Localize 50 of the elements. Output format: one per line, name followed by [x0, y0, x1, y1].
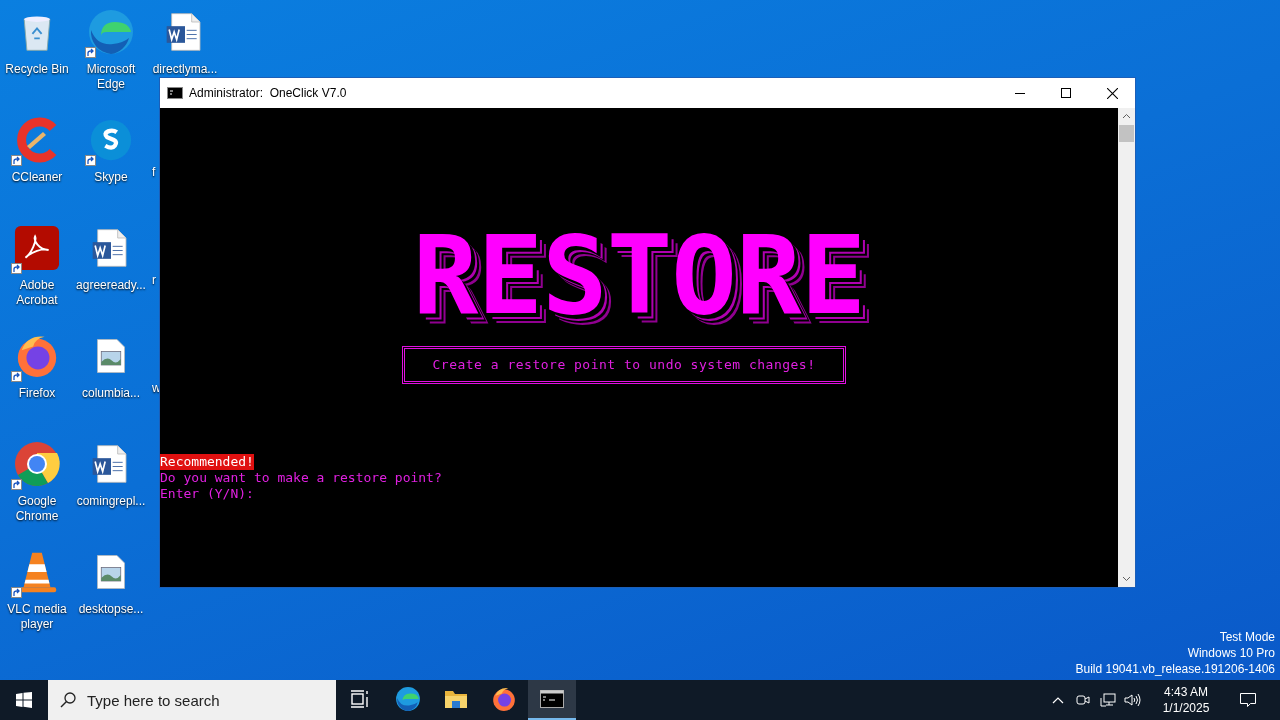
system-info-text: Build 19041.vb_release.191206-1406 [1075, 661, 1275, 677]
task-view-icon [350, 690, 370, 708]
edge-icon [87, 8, 135, 56]
desktop-icon[interactable]: directlyma... [148, 5, 222, 77]
edge-icon [395, 686, 421, 712]
skype-icon [88, 117, 134, 163]
volume-icon[interactable] [1124, 693, 1141, 707]
camera-icon[interactable] [1076, 693, 1090, 707]
console-line: Do you want to make a restore point? [160, 469, 442, 486]
subtitle-box: Create a restore point to undo system changes! [402, 346, 846, 384]
desktop-icon[interactable]: Recycle Bin [0, 5, 74, 77]
scrollbar-thumb[interactable] [1119, 125, 1134, 142]
desktop-icon[interactable]: desktopse... [74, 545, 148, 617]
maximize-icon [1061, 88, 1071, 98]
clock-date: 1/1/2025 [1162, 700, 1210, 716]
firefox-icon [491, 686, 517, 712]
desktop-icon[interactable]: VLC media player [0, 545, 74, 632]
windows-icon [16, 692, 32, 708]
window-title: Administrator: OneClick V7.0 [189, 85, 347, 102]
close-icon [1106, 87, 1118, 99]
console-line: Enter (Y/N): [160, 485, 254, 502]
system-info-text: Test Mode [1219, 629, 1275, 645]
console-icon [540, 690, 564, 708]
icon-label: f [152, 165, 156, 180]
desktop-icon[interactable]: Microsoft Edge [74, 5, 148, 92]
clock[interactable]: 4:43 AM 1/1/2025 [1155, 684, 1217, 716]
desktop-icon[interactable]: Firefox [0, 329, 74, 401]
network-icon[interactable] [1100, 693, 1116, 707]
desktop-icon[interactable]: Google Chrome [0, 437, 74, 524]
notification-icon[interactable] [1240, 692, 1256, 708]
search-field[interactable]: Type here to search [48, 680, 336, 720]
minimize-icon [1015, 92, 1025, 94]
acrobat-icon [14, 225, 60, 271]
console-icon [167, 87, 183, 99]
clock-time: 4:43 AM [1164, 684, 1208, 700]
alert-label: Recommended! [160, 453, 254, 470]
desktop-icon[interactable]: comingrepl... [74, 437, 148, 509]
desktop-icon[interactable]: agreeready... [74, 221, 148, 293]
chrome-icon [13, 440, 61, 488]
search-icon [60, 692, 76, 708]
icon-label: r [152, 273, 156, 288]
desktop-icon[interactable]: CCleaner [0, 113, 74, 185]
desktop-icon[interactable]: Skype [74, 113, 148, 185]
desktop-icon[interactable]: columbia... [74, 329, 148, 401]
chevron-up-icon[interactable] [1052, 696, 1064, 704]
taskbar-button[interactable] [528, 680, 576, 720]
system-info-text: Windows 10 Pro [1187, 645, 1275, 661]
banner-title: RESTORE [412, 226, 866, 326]
folder-icon [444, 689, 468, 709]
desktop-icon[interactable]: Adobe Acrobat [0, 221, 74, 308]
